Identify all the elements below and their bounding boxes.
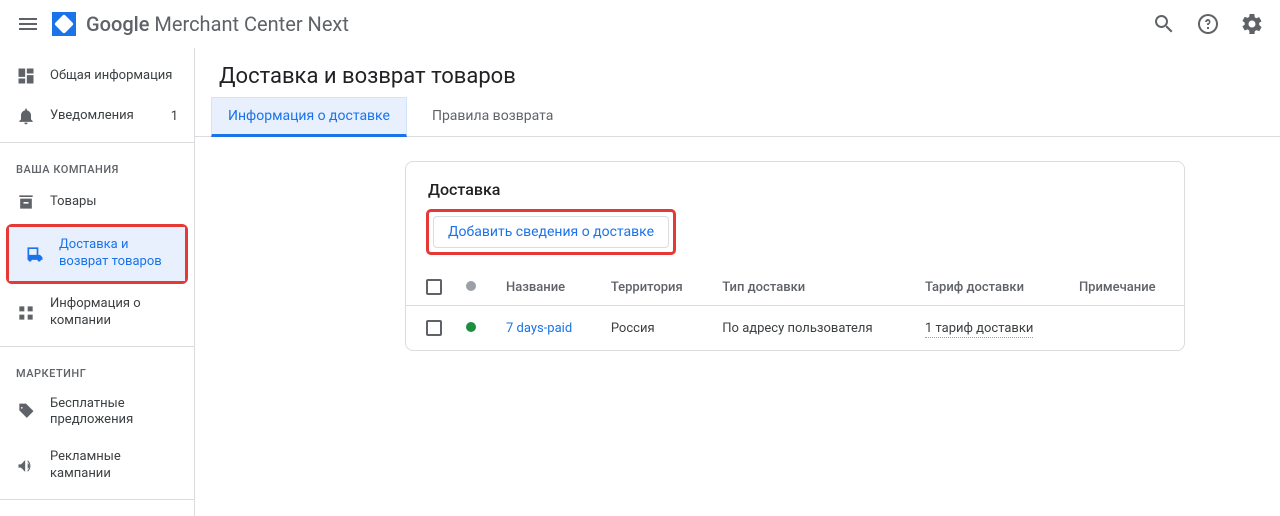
sidebar-section-company: ВАША КОМПАНИЯ (0, 149, 194, 182)
sidebar-item-products[interactable]: Товары (0, 182, 194, 222)
sidebar-section-activity: АКТИВНОСТЬ (0, 506, 194, 516)
sidebar-item-label: Информация о компании (50, 296, 178, 330)
table-row: 7 days-paid Россия По адресу пользовател… (406, 306, 1184, 351)
tag-icon (16, 402, 36, 422)
sidebar-item-label: Товары (50, 194, 178, 211)
sidebar-item-free-offers[interactable]: Бесплатные предложения (0, 386, 194, 440)
sidebar-item-company-info[interactable]: Информация о компании (0, 286, 194, 340)
help-icon[interactable] (1196, 12, 1220, 36)
add-shipping-button[interactable]: Добавить сведения о доставке (433, 216, 669, 248)
settings-icon[interactable] (1240, 12, 1264, 36)
sidebar-item-label: Рекламные кампании (50, 449, 178, 483)
shipping-name-link[interactable]: 7 days-paid (506, 321, 572, 336)
search-icon[interactable] (1152, 12, 1176, 36)
select-all-checkbox[interactable] (426, 279, 442, 295)
sidebar-item-notifications[interactable]: Уведомления 1 (0, 96, 194, 136)
tab-return-rules[interactable]: Правила возврата (415, 97, 570, 136)
app-brand: Google Merchant Center Next (86, 12, 349, 36)
row-note (1067, 306, 1184, 351)
col-territory: Территория (599, 269, 710, 306)
sidebar-item-campaigns[interactable]: Рекламные кампании (0, 439, 194, 493)
col-rate: Тариф доставки (913, 269, 1067, 306)
shipping-table: Название Территория Тип доставки Тариф д… (406, 269, 1184, 350)
truck-icon (25, 244, 45, 264)
sidebar-item-label: Доставка и возврат товаров (59, 237, 169, 271)
sidebar-item-shipping[interactable]: Доставка и возврат товаров (9, 227, 185, 281)
row-type: По адресу пользователя (710, 306, 913, 351)
sidebar: Общая информация Уведомления 1 ВАША КОМП… (0, 48, 195, 516)
archive-icon (16, 192, 36, 212)
grid-icon (16, 303, 36, 323)
bell-icon (16, 106, 36, 126)
sidebar-section-marketing: МАРКЕТИНГ (0, 353, 194, 386)
app-logo (52, 12, 76, 36)
sidebar-item-label: Бесплатные предложения (50, 396, 178, 430)
highlight-box: Добавить сведения о доставке (426, 209, 676, 255)
row-rate[interactable]: 1 тариф доставки (925, 321, 1033, 338)
sidebar-item-overview[interactable]: Общая информация (0, 56, 194, 96)
tabs: Информация о доставке Правила возврата (195, 97, 1280, 137)
megaphone-icon (16, 456, 36, 476)
status-active-icon (466, 322, 476, 332)
col-name: Название (494, 269, 599, 306)
shipping-card: Доставка Добавить сведения о доставке На… (405, 161, 1185, 351)
highlight-box: Доставка и возврат товаров (6, 224, 188, 284)
main-content: Доставка и возврат товаров Информация о … (195, 48, 1280, 516)
row-territory: Россия (599, 306, 710, 351)
row-checkbox[interactable] (426, 320, 442, 336)
notification-count: 1 (171, 109, 178, 124)
app-header: Google Merchant Center Next (0, 0, 1280, 48)
menu-icon[interactable] (16, 12, 40, 36)
tab-shipping-info[interactable]: Информация о доставке (211, 97, 407, 137)
col-note: Примечание (1067, 269, 1184, 306)
sidebar-item-label: Уведомления (50, 108, 157, 125)
card-title: Доставка (406, 162, 1184, 209)
dashboard-icon (16, 66, 36, 86)
status-dot-icon (466, 281, 476, 291)
page-title: Доставка и возврат товаров (195, 48, 1280, 97)
sidebar-item-label: Общая информация (50, 68, 178, 85)
col-type: Тип доставки (710, 269, 913, 306)
